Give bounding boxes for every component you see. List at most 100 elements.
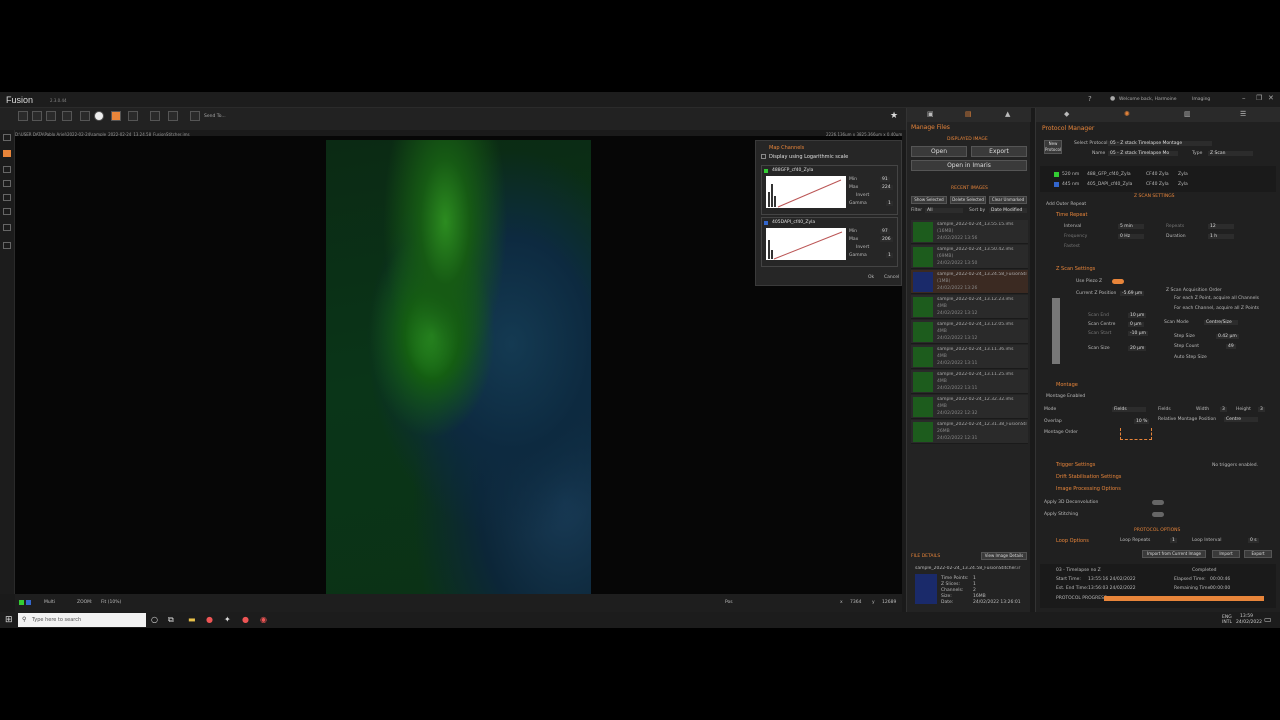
taskbar-search-box[interactable]: ⚲ Type here to search bbox=[18, 613, 146, 627]
z-range-slider[interactable] bbox=[1052, 298, 1060, 364]
clock-date[interactable]: 24/02/2022 bbox=[1236, 620, 1262, 625]
fastest-radio[interactable]: Fastest bbox=[1064, 244, 1080, 249]
add-outer-repeat-button[interactable]: Add Outer Repeat bbox=[1046, 202, 1086, 207]
montage-mode-dropdown[interactable]: Fields bbox=[1112, 407, 1146, 412]
ch1-min-input[interactable]: 91 bbox=[880, 177, 890, 182]
channel-1-name[interactable]: 488_GFP_cf40_Zyla bbox=[1087, 172, 1131, 177]
montage-enabled-checkbox[interactable]: Montage Enabled bbox=[1046, 394, 1085, 399]
show-selected-button[interactable]: Show Selected bbox=[911, 196, 947, 204]
recent-image-item[interactable]: sample_2022-02-24_13.55.15.ims (16MB) 24/0… bbox=[911, 220, 1028, 244]
palette-icon[interactable] bbox=[111, 111, 121, 121]
recent-image-item[interactable]: sample_2022-02-24_13.12.05.ims 4MB 24/02/2… bbox=[911, 320, 1028, 344]
browser-icon[interactable]: ● bbox=[206, 615, 213, 624]
cancel-button[interactable]: Cancel bbox=[884, 275, 899, 280]
import-button[interactable]: Import bbox=[1212, 550, 1240, 558]
ch1-gamma-input[interactable]: 1 bbox=[886, 201, 893, 206]
duration-input[interactable]: 1 h bbox=[1208, 234, 1234, 239]
recent-image-item[interactable]: sample_2022-02-24_13.11.25.ims 4MB 24/02/2… bbox=[911, 370, 1028, 394]
repeats-radio[interactable]: Repeats bbox=[1166, 224, 1184, 229]
apply-3d-decon-toggle[interactable] bbox=[1152, 500, 1164, 505]
frequency-input[interactable]: 0 Hz bbox=[1118, 234, 1144, 239]
recent-image-item[interactable]: sample_2022-02-24_13.11.36.ims 4MB 24/02/2… bbox=[911, 345, 1028, 369]
channel-blue-toggle[interactable] bbox=[26, 600, 31, 605]
recent-image-item[interactable]: sample_2022-02-24_12.31.38_FusionStitche… bbox=[911, 420, 1028, 444]
multi-toggle[interactable]: Multi bbox=[44, 600, 55, 605]
settings-icon[interactable] bbox=[168, 111, 178, 121]
recent-image-item[interactable]: sample_2022-02-24_13.24.58_FusionStitche… bbox=[911, 270, 1028, 294]
send-to-icon[interactable] bbox=[190, 111, 200, 121]
apply-stitching-toggle[interactable] bbox=[1152, 512, 1164, 517]
view-image-details-button[interactable]: View Image Details bbox=[981, 552, 1027, 560]
ch2-gamma-input[interactable]: 1 bbox=[886, 253, 893, 258]
move-tool-icon[interactable] bbox=[32, 111, 42, 121]
export-protocol-button[interactable]: Export bbox=[1244, 550, 1272, 558]
scan-mode-dropdown[interactable]: Centre/Size bbox=[1204, 320, 1238, 325]
layout-icon[interactable] bbox=[150, 111, 160, 121]
contrast-icon[interactable] bbox=[94, 111, 104, 121]
channel-green-toggle[interactable] bbox=[19, 600, 24, 605]
trigger-settings-section[interactable]: Trigger Settings bbox=[1056, 462, 1095, 468]
fusion-app-icon[interactable]: ✦ bbox=[224, 615, 231, 624]
scan-start-input[interactable]: -10 µm bbox=[1128, 331, 1149, 336]
recent-image-item[interactable]: sample_2022-02-24_13.12.23.ims 4MB 24/02/2… bbox=[911, 295, 1028, 319]
recent-image-item[interactable]: sample_2022-02-24_12.32.32.ims 4MB 24/02/2… bbox=[911, 395, 1028, 419]
image-processing-section[interactable]: Image Processing Options bbox=[1056, 486, 1121, 492]
loop-options-section[interactable]: Loop Options bbox=[1056, 538, 1089, 544]
clear-unmarked-button[interactable]: Clear Unmarked bbox=[989, 196, 1027, 204]
star-icon[interactable]: ★ bbox=[890, 111, 898, 121]
open-button[interactable]: Open bbox=[911, 146, 967, 157]
restore-icon[interactable]: ❐ bbox=[1256, 94, 1262, 102]
ch2-invert-checkbox[interactable]: Invert bbox=[856, 245, 869, 250]
user-icon[interactable]: ● bbox=[1110, 95, 1115, 102]
width-input[interactable]: 3 bbox=[1220, 407, 1227, 412]
snapshot-icon[interactable] bbox=[128, 111, 138, 121]
channel-2-histogram[interactable] bbox=[766, 228, 846, 260]
new-protocol-button[interactable]: New Protocol bbox=[1044, 140, 1062, 154]
record-icon[interactable] bbox=[80, 111, 90, 121]
interval-input[interactable]: 5 min bbox=[1118, 224, 1144, 229]
ok-button[interactable]: Ok bbox=[868, 275, 874, 280]
tab-list-icon[interactable]: ☰ bbox=[1240, 110, 1246, 118]
scan-end-input[interactable]: 10 µm bbox=[1128, 313, 1147, 318]
measure-tool-icon[interactable] bbox=[62, 111, 72, 121]
notification-icon[interactable]: ▭ bbox=[1264, 615, 1272, 624]
grid-icon[interactable] bbox=[3, 166, 11, 173]
app-record-icon[interactable]: ◉ bbox=[260, 615, 267, 624]
windows-start-icon[interactable]: ⊞ bbox=[5, 615, 13, 625]
clock-time[interactable]: 13:59 bbox=[1240, 614, 1253, 619]
tab-chart-icon[interactable]: ▥ bbox=[1184, 110, 1191, 118]
view-3d-icon[interactable] bbox=[3, 150, 11, 157]
ch1-invert-checkbox[interactable]: Invert bbox=[856, 193, 869, 198]
select-protocol-dropdown[interactable]: 05 - Z stack Timelapse Montage bbox=[1108, 141, 1212, 146]
interval-radio[interactable]: Interval bbox=[1064, 224, 1081, 229]
minimize-icon[interactable]: – bbox=[1242, 94, 1246, 102]
tools-icon[interactable] bbox=[3, 224, 11, 231]
tab-protocol-icon[interactable]: ✺ bbox=[1124, 110, 1130, 118]
sort-select[interactable]: Date Modified bbox=[989, 208, 1027, 213]
scan-size-input[interactable]: 20 µm bbox=[1128, 346, 1147, 351]
tab-camera-icon[interactable]: ▣ bbox=[927, 110, 934, 118]
export-button[interactable]: Export bbox=[971, 146, 1027, 157]
relative-position-dropdown[interactable]: Centre bbox=[1224, 417, 1258, 422]
cortana-icon[interactable]: ○ bbox=[151, 615, 158, 624]
recent-image-item[interactable]: sample_2022-02-24_13.50.42.ims (69MB) 24/0… bbox=[911, 245, 1028, 269]
mode-selector[interactable]: Imaging bbox=[1192, 97, 1210, 102]
app-red-icon[interactable]: ● bbox=[242, 615, 249, 624]
cube-icon[interactable] bbox=[3, 208, 11, 215]
delete-selected-button[interactable]: Delete Selected bbox=[950, 196, 986, 204]
log-scale-checkbox[interactable] bbox=[761, 154, 766, 159]
overlap-input[interactable]: 10 % bbox=[1134, 419, 1150, 424]
channel-2-name[interactable]: 405_DAPI_cf40_Zyla bbox=[1087, 182, 1132, 187]
task-view-icon[interactable]: ⧉ bbox=[168, 615, 174, 625]
duration-radio[interactable]: Duration bbox=[1166, 234, 1186, 239]
protocol-name-input[interactable]: 05 - Z stack Timelapse Mo bbox=[1108, 151, 1178, 156]
drift-stabilisation-section[interactable]: Drift Stabilisation Settings bbox=[1056, 474, 1121, 480]
auto-step-radio[interactable]: Auto Step Size bbox=[1174, 355, 1207, 360]
import-from-current-button[interactable]: Import from Current Image bbox=[1142, 550, 1206, 558]
use-piezo-toggle[interactable] bbox=[1112, 279, 1124, 284]
send-to-button[interactable]: Send To... bbox=[204, 114, 226, 119]
tab-stage-icon[interactable]: ◆ bbox=[1064, 110, 1069, 118]
order-channel-radio[interactable]: For each Channel, acquire all Z Points bbox=[1174, 306, 1259, 311]
type-dropdown[interactable]: Z Scan bbox=[1208, 151, 1253, 156]
ch1-max-input[interactable]: 224 bbox=[880, 185, 893, 190]
